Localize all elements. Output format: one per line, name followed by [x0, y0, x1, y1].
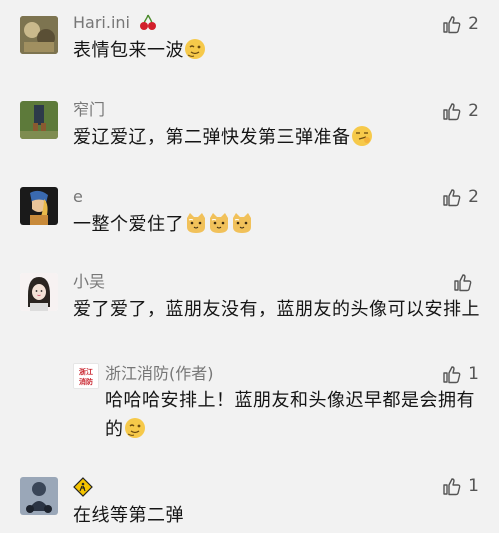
svg-text:浙江: 浙江: [79, 367, 93, 376]
commenter-name-text: 窄门: [73, 100, 106, 119]
avatar-image: [20, 187, 58, 225]
like-button[interactable]: 1: [442, 364, 479, 384]
reply-text: 哈哈哈安排上！蓝朋友和头像迟早都是会拥有的: [105, 386, 475, 444]
cherries-emoji-icon: [140, 14, 157, 30]
commenter-name[interactable]: [73, 477, 93, 498]
caution-sign-icon: [73, 477, 93, 497]
smirk-emoji-icon: [351, 126, 372, 146]
like-count: 1: [468, 364, 479, 384]
avatar[interactable]: [20, 273, 58, 311]
comment-text: 爱了爱了，蓝朋友没有，蓝朋友的头像可以安排上: [73, 295, 483, 324]
comment-text: 爱辽爱辽，第二弹快发第三弹准备: [73, 123, 483, 152]
like-button[interactable]: 2: [442, 187, 479, 207]
fire-department-logo: 浙江 消防: [74, 364, 98, 388]
commenter-name-text: e: [73, 187, 83, 206]
thumbs-up-icon: [443, 189, 461, 207]
thumbs-up-icon: [443, 478, 461, 496]
cat-face-emoji-icon: [187, 213, 205, 233]
comment-text-content: 在线等第二弹: [73, 505, 184, 526]
thumbs-up-icon: [443, 16, 461, 34]
comment-text-content: 爱辽爱辽，第二弹快发第三弹准备: [73, 127, 351, 148]
author-avatar[interactable]: 浙江 消防: [73, 363, 99, 389]
comment-text-content: 爱了爱了，蓝朋友没有，蓝朋友的头像可以安排上: [73, 299, 480, 320]
avatar[interactable]: [20, 477, 58, 515]
cat-face-emoji-icon: [233, 213, 251, 233]
comment-item: e 一整个爱住了 2: [0, 179, 499, 263]
like-count: 2: [468, 101, 479, 121]
comment-item: 在线等第二弹 1: [0, 463, 499, 533]
commenter-name-text: Hari.ini: [73, 13, 130, 32]
comment-text: 一整个爱住了: [73, 210, 483, 239]
like-count: 2: [468, 14, 479, 34]
like-count: 1: [468, 476, 479, 496]
avatar-image: [20, 101, 58, 139]
comment-text-content: 一整个爱住了: [73, 214, 184, 235]
comment-text: 在线等第二弹: [73, 501, 483, 530]
thumbs-up-icon: [454, 274, 472, 292]
like-button[interactable]: 2: [442, 101, 479, 121]
avatar-image: [20, 273, 58, 311]
avatar-image: [20, 16, 58, 54]
comment-text-content: 表情包来一波: [73, 40, 184, 61]
like-count: 2: [468, 187, 479, 207]
comment-text: 表情包来一波: [73, 36, 483, 65]
commenter-name[interactable]: Hari.ini: [73, 13, 157, 33]
cat-face-emoji-icon: [210, 213, 228, 233]
commenter-name[interactable]: e: [73, 187, 83, 207]
thumbs-up-icon: [443, 103, 461, 121]
svg-text:消防: 消防: [79, 377, 93, 386]
author-name-text: 浙江消防(作者): [105, 364, 214, 383]
commenter-name[interactable]: 小吴: [73, 272, 105, 292]
wink-emoji-icon: [185, 39, 205, 59]
like-button[interactable]: 2: [442, 14, 479, 34]
avatar-image: [20, 477, 58, 515]
avatar[interactable]: [20, 187, 58, 225]
wink-emoji-icon: [124, 418, 145, 438]
like-button[interactable]: [453, 272, 479, 292]
reply-text-content: 哈哈哈安排上！蓝朋友和头像迟早都是会拥有的: [105, 390, 475, 440]
commenter-name[interactable]: 窄门: [73, 100, 105, 120]
comment-item: 小吴 爱了爱了，蓝朋友没有，蓝朋友的头像可以安排上 浙江 消防 浙江消防(作者)…: [0, 263, 499, 463]
avatar[interactable]: [20, 101, 58, 139]
thumbs-up-icon: [443, 366, 461, 384]
commenter-name-text: 小吴: [73, 272, 106, 291]
avatar[interactable]: [20, 16, 58, 54]
like-button[interactable]: 1: [442, 476, 479, 496]
comment-item: 窄门 爱辽爱辽，第二弹快发第三弹准备 2: [0, 95, 499, 179]
comment-item: Hari.ini 表情包来一波 2: [0, 0, 499, 95]
author-name[interactable]: 浙江消防(作者): [105, 364, 214, 384]
